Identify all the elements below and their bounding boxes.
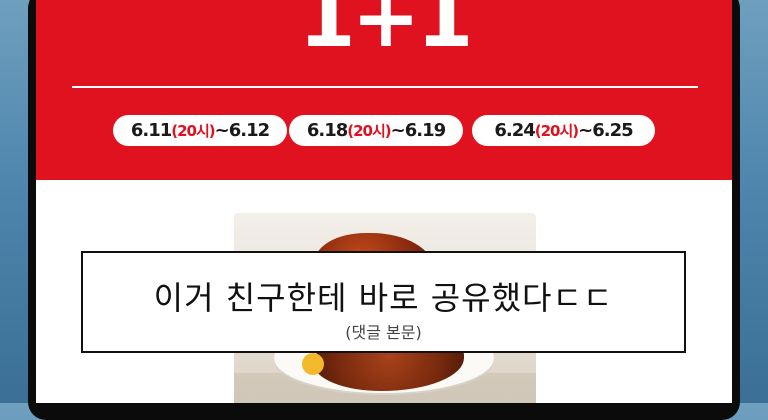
date-hour: (20시) [347, 122, 391, 140]
caption-headline: 이거 친구한테 바로 공유했다ㄷㄷ [153, 279, 614, 317]
promo-title: 1+1 [298, 0, 474, 66]
lemon-image [302, 353, 324, 375]
date-hour: (20시) [171, 122, 215, 140]
caption-box: 이거 친구한테 바로 공유했다ㄷㄷ (댓글 본문) [81, 251, 686, 353]
date-pill-3: 6.24 (20시) ~6.25 [472, 115, 655, 146]
promo-banner: 1+1 6.11 (20시) ~6.12 6.18 (20시) ~6.19 6.24 (2… [36, 0, 732, 180]
caption-subtext: (댓글 본문) [345, 323, 422, 342]
date-end: ~6.19 [390, 120, 446, 141]
date-pill-2: 6.18 (20시) ~6.19 [289, 115, 463, 146]
banner-divider [72, 86, 698, 88]
date-start: 6.11 [130, 120, 172, 141]
date-pill-1: 6.11 (20시) ~6.12 [113, 115, 287, 146]
date-start: 6.24 [494, 120, 535, 141]
date-end: ~6.12 [214, 120, 270, 141]
date-hour: (20시) [534, 122, 579, 140]
date-start: 6.18 [306, 120, 348, 141]
date-list: 6.11 (20시) ~6.12 6.18 (20시) ~6.19 6.24 (20시) ~… [36, 115, 732, 147]
date-end: ~6.25 [578, 120, 633, 141]
